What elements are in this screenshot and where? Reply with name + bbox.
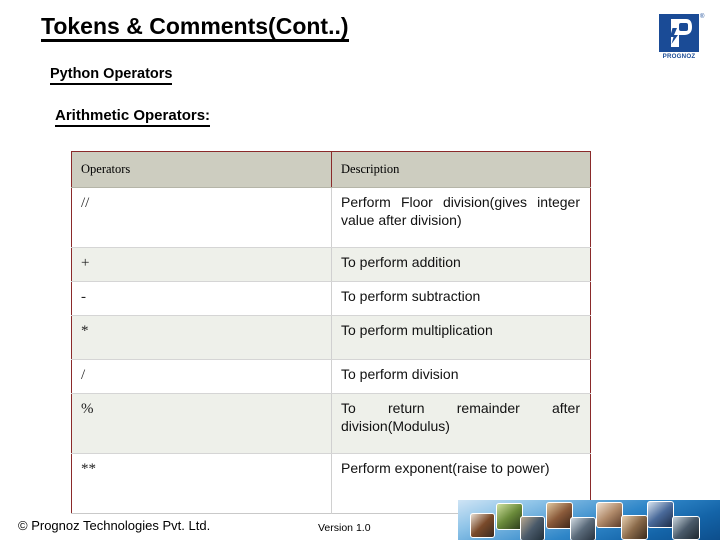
cell-operator: % bbox=[71, 393, 332, 454]
cell-description: Perform Floor division(gives integer val… bbox=[331, 187, 591, 248]
table-row: * To perform multiplication bbox=[71, 315, 591, 360]
column-header-operators: Operators bbox=[71, 151, 332, 188]
cell-operator: * bbox=[71, 315, 332, 360]
cell-operator: / bbox=[71, 359, 332, 394]
cell-operator: // bbox=[71, 187, 332, 248]
footer-copyright: © Prognoz Technologies Pvt. Ltd. bbox=[18, 518, 211, 533]
cell-operator: ** bbox=[71, 453, 332, 514]
section-heading-python-operators: Python Operators bbox=[50, 66, 173, 85]
banner-thumbnail bbox=[672, 516, 700, 540]
page-title: Tokens & Comments(Cont..) bbox=[41, 14, 349, 43]
banner-thumbnail bbox=[570, 517, 596, 540]
cell-description: To perform division bbox=[331, 359, 591, 394]
column-header-description: Description bbox=[331, 151, 591, 188]
banner-thumbnail bbox=[596, 502, 623, 528]
table-row: - To perform subtraction bbox=[71, 281, 591, 316]
footer-photo-banner bbox=[458, 500, 720, 540]
banner-thumbnail bbox=[496, 503, 523, 530]
table-row: // Perform Floor division(gives integer … bbox=[71, 187, 591, 248]
table-row: % To return remainder after division(Mod… bbox=[71, 393, 591, 454]
section-heading-arithmetic-operators: Arithmetic Operators: bbox=[55, 107, 211, 127]
cell-operator: - bbox=[71, 281, 332, 316]
logo-letter-p-icon bbox=[670, 19, 692, 47]
banner-thumbnail bbox=[647, 501, 674, 528]
banner-thumbnail bbox=[520, 516, 545, 540]
banner-thumbnail bbox=[546, 502, 573, 529]
registered-trademark-icon: ® bbox=[700, 14, 705, 20]
banner-thumbnail bbox=[470, 513, 495, 538]
cell-description: To return remainder after division(Modul… bbox=[331, 393, 591, 454]
banner-thumbnail bbox=[621, 515, 648, 540]
table-row: / To perform division bbox=[71, 359, 591, 394]
table-row: + To perform addition bbox=[71, 247, 591, 282]
cell-description: To perform multiplication bbox=[331, 315, 591, 360]
cell-operator: + bbox=[71, 247, 332, 282]
cell-description: To perform addition bbox=[331, 247, 591, 282]
cell-description: To perform subtraction bbox=[331, 281, 591, 316]
logo-wordmark: PROGNOZ bbox=[662, 53, 696, 60]
arithmetic-operators-table: Operators Description // Perform Floor d… bbox=[71, 151, 591, 514]
prognoz-logo: ® PROGNOZ bbox=[659, 14, 708, 62]
footer-version: Version 1.0 bbox=[318, 522, 371, 534]
table-header-row: Operators Description bbox=[71, 151, 591, 188]
